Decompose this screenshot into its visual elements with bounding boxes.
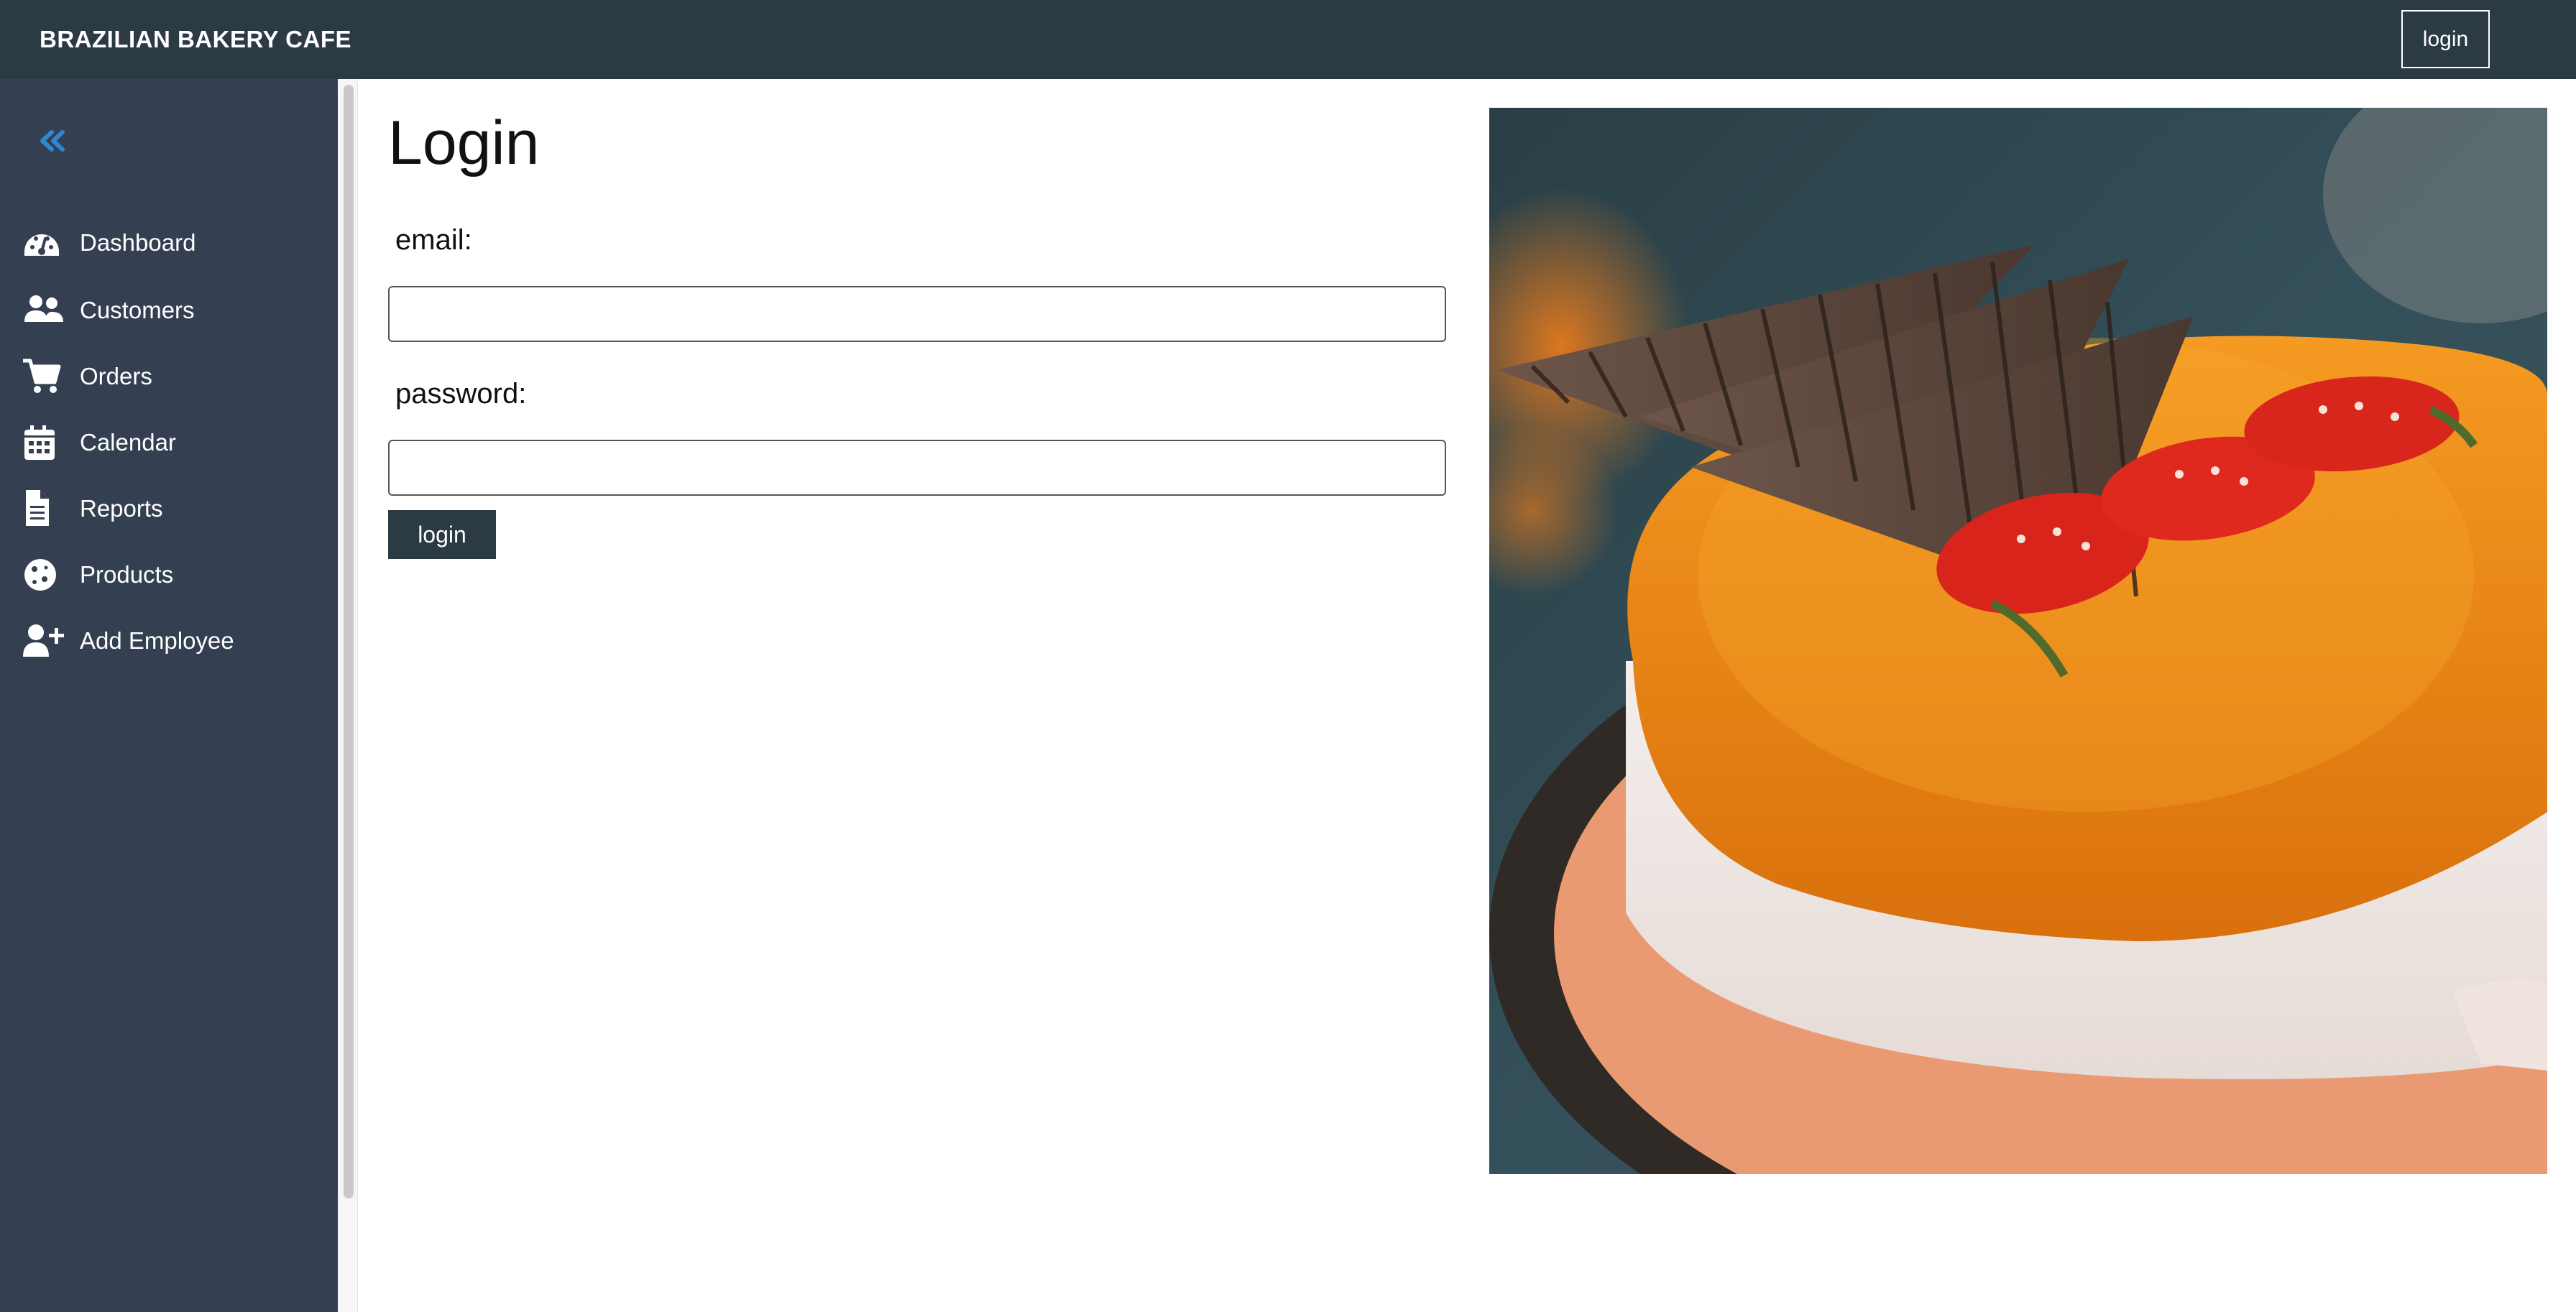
scrollbar-thumb[interactable] [344, 85, 354, 1198]
double-chevron-left-icon[interactable] [34, 124, 70, 160]
top-navbar: BRAZILIAN BAKERY CAFE login [0, 0, 2576, 79]
password-label: password: [395, 378, 527, 410]
sidebar-item-calendar[interactable]: Calendar [22, 414, 323, 471]
login-submit-button[interactable]: login [388, 510, 496, 559]
cookie-icon [22, 555, 66, 595]
password-field[interactable] [388, 440, 1446, 496]
sidebar-item-label: Reports [80, 495, 163, 522]
brand-title[interactable]: BRAZILIAN BAKERY CAFE [40, 26, 351, 53]
sidebar-item-dashboard[interactable]: Dashboard [22, 214, 323, 272]
user-plus-icon [22, 621, 66, 661]
sidebar-item-products[interactable]: Products [22, 546, 323, 604]
sidebar-item-label: Orders [80, 363, 152, 389]
sidebar-item-customers[interactable]: Customers [22, 282, 323, 339]
sidebar-item-label: Dashboard [80, 229, 196, 256]
sidebar-item-orders[interactable]: Orders [22, 348, 323, 405]
email-field[interactable] [388, 286, 1446, 342]
sidebar-item-label: Customers [80, 297, 195, 323]
email-label: email: [395, 224, 472, 256]
sidebar-item-label: Add Employee [80, 627, 234, 654]
shopping-cart-icon [22, 356, 66, 397]
sidebar: Dashboard Customers Orders Calendar Repo… [0, 79, 338, 1312]
file-icon [22, 489, 66, 529]
sidebar-item-reports[interactable]: Reports [22, 480, 323, 537]
tachometer-icon [22, 223, 66, 263]
scrollbar[interactable] [338, 79, 358, 1312]
calendar-icon [22, 422, 66, 463]
sidebar-item-label: Calendar [80, 429, 176, 456]
sidebar-item-label: Products [80, 561, 174, 588]
page-title: Login [388, 108, 540, 177]
sidebar-item-add-employee[interactable]: Add Employee [22, 612, 323, 670]
header-login-button[interactable]: login [2401, 10, 2490, 68]
users-icon [22, 290, 66, 331]
hero-cake-image [1489, 108, 2547, 1174]
